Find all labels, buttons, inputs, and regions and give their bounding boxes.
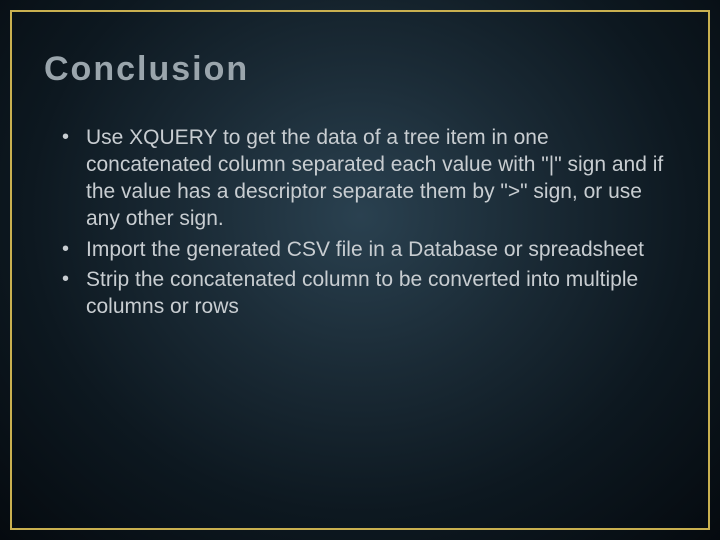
- list-item: Import the generated CSV file in a Datab…: [62, 237, 676, 264]
- list-item: Strip the concatenated column to be conv…: [62, 267, 676, 321]
- slide-container: Conclusion Use XQUERY to get the data of…: [0, 0, 720, 540]
- slide-frame: Conclusion Use XQUERY to get the data of…: [10, 10, 710, 530]
- slide-title: Conclusion: [44, 50, 676, 89]
- bullet-list: Use XQUERY to get the data of a tree ite…: [44, 125, 676, 321]
- list-item: Use XQUERY to get the data of a tree ite…: [62, 125, 676, 233]
